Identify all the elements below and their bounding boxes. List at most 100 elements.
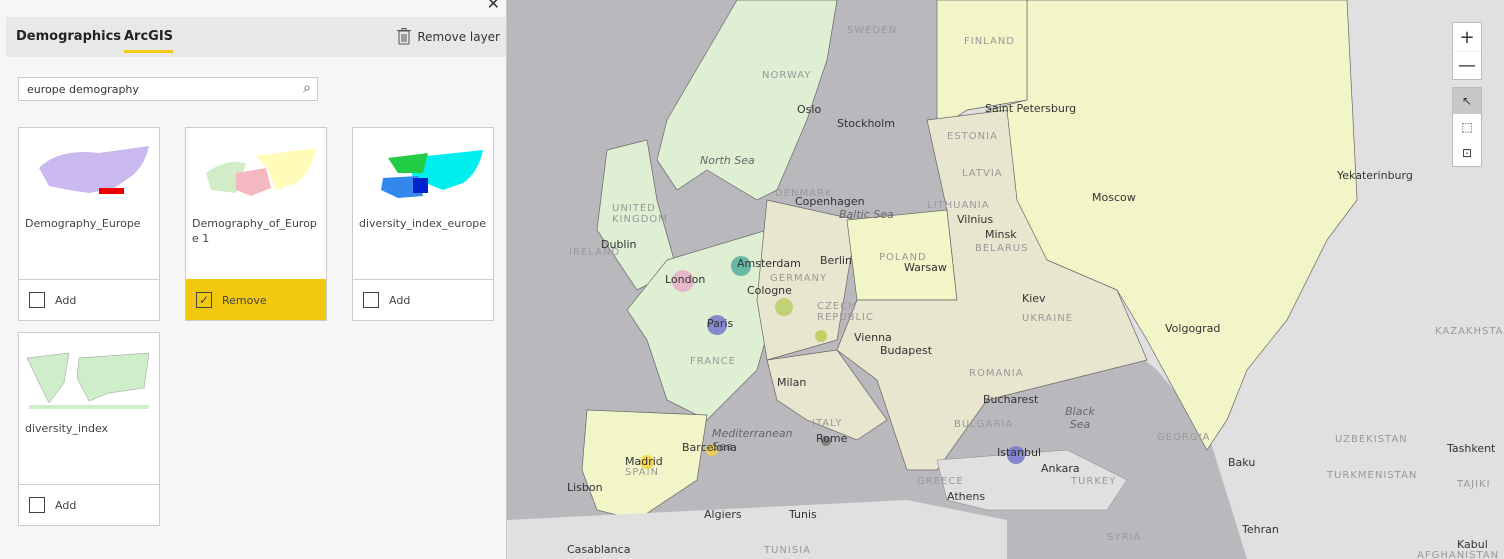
map-label: Algiers	[704, 508, 742, 521]
layer-thumbnail	[186, 128, 326, 208]
zoom-controls: + —	[1452, 22, 1482, 80]
checkbox[interactable]	[363, 292, 379, 308]
map-label: Rome	[816, 432, 848, 445]
layer-card: diversity_index_europe Add	[352, 127, 494, 321]
pointer-tool-icon[interactable]: ↖	[1453, 88, 1481, 114]
map-label: Dublin	[601, 238, 637, 251]
bubble-cologne	[775, 298, 793, 316]
action-label: Add	[55, 498, 77, 512]
map-label: Vilnius	[957, 213, 994, 226]
map-label: Stockholm	[837, 117, 895, 130]
tab-demographics[interactable]: Demographics	[16, 29, 121, 44]
map-label: FRANCE	[690, 356, 736, 367]
map-label: GREECE	[917, 476, 964, 487]
map-label: GEORGIA	[1157, 432, 1211, 443]
zoom-in-button[interactable]: +	[1453, 23, 1481, 51]
checkbox[interactable]	[29, 497, 45, 513]
map-label: SYRIA	[1107, 532, 1142, 543]
remove-layer-card-button[interactable]: ✓ Remove	[186, 279, 326, 320]
map-label: TUNISIA	[764, 545, 811, 556]
layer-card: diversity_index Add	[18, 332, 160, 526]
map-label: BELARUS	[975, 243, 1029, 254]
remove-layer-button[interactable]: Remove layer	[397, 28, 500, 45]
map-label: SPAIN	[625, 467, 660, 478]
map-label: Amsterdam	[737, 257, 801, 270]
add-layer-button[interactable]: Add	[353, 279, 493, 320]
map-label: Saint Petersburg	[985, 102, 1077, 115]
map-label: TAJIKI	[1457, 479, 1491, 490]
map-label: North Sea	[700, 154, 755, 167]
map-label: KAZAKHSTAN	[1435, 326, 1504, 337]
map-label: UNITED KINGDOM	[612, 203, 668, 225]
map-label: Ankara	[1041, 462, 1080, 475]
map-label: Warsaw	[904, 261, 947, 274]
map-label: Tehran	[1242, 523, 1279, 536]
add-layer-button[interactable]: Add	[19, 484, 159, 525]
map-label: Volgograd	[1165, 322, 1221, 335]
search-input[interactable]: europe demography ⌕	[18, 77, 318, 101]
close-icon[interactable]: ✕	[487, 0, 500, 13]
map-canvas[interactable]: SWEDEN FINLAND NORWAY Oslo Stockholm Sai…	[507, 0, 1504, 559]
search-icon[interactable]: ⌕	[303, 80, 311, 96]
map-label: Kiev	[1022, 292, 1046, 305]
map-label: Athens	[947, 490, 986, 503]
layer-card: Demography_Europe Add	[18, 127, 160, 321]
remove-layer-label: Remove layer	[417, 29, 500, 44]
map-label: LATVIA	[962, 168, 1003, 179]
trash-icon	[397, 28, 412, 45]
map-label: Milan	[777, 376, 807, 389]
map-label: Tunis	[789, 508, 817, 521]
zoom-out-button[interactable]: —	[1453, 51, 1481, 79]
map-label: FINLAND	[964, 36, 1016, 47]
map-label: GERMANY	[770, 273, 828, 284]
map-label: Bucharest	[983, 393, 1039, 406]
map-label: Istanbul	[997, 446, 1042, 459]
layer-title: diversity_index	[25, 422, 109, 435]
layer-panel: ✕ Demographics ArcGIS Remove layer europ…	[0, 0, 507, 559]
map-label: Vienna	[854, 331, 892, 344]
map-label: Cologne	[747, 284, 792, 297]
bubble-germany	[815, 330, 827, 342]
layer-title: Demography_of_Europe 1	[192, 217, 317, 245]
map-label: Moscow	[1092, 191, 1136, 204]
map-label: Barcelona	[682, 441, 737, 454]
layer-title: diversity_index_europe	[359, 217, 487, 230]
map-label: Paris	[707, 317, 734, 330]
map-label: Copenhagen	[795, 195, 865, 208]
map-label: London	[665, 273, 706, 286]
map-label: Oslo	[797, 103, 822, 116]
add-layer-button[interactable]: Add	[19, 279, 159, 320]
layer-title: Demography_Europe	[25, 217, 141, 230]
map-label: BULGARIA	[954, 419, 1014, 430]
map-label: ESTONIA	[947, 131, 998, 142]
tab-arcgis[interactable]: ArcGIS	[124, 29, 174, 53]
map-label: Budapest	[880, 344, 933, 357]
action-label: Remove	[222, 293, 267, 307]
search-value: europe demography	[27, 83, 139, 96]
map-label: AFGHANISTAN	[1417, 550, 1500, 559]
layer-thumbnail	[353, 128, 493, 208]
map-label: ITALY	[812, 418, 843, 429]
map-label: Minsk	[985, 228, 1017, 241]
map-label: Casablanca	[567, 543, 631, 556]
map-label: UKRAINE	[1022, 313, 1074, 324]
layer-thumbnail	[19, 128, 159, 208]
map-label: UZBEKISTAN	[1335, 434, 1408, 445]
map-label: Black Sea	[1065, 405, 1095, 431]
action-label: Add	[389, 293, 411, 307]
map-label: Yekaterinburg	[1337, 169, 1413, 182]
selection-tools: ↖ ⬚ ⊡	[1452, 87, 1482, 167]
layer-thumbnail	[19, 333, 159, 413]
checkbox-checked[interactable]: ✓	[196, 292, 212, 308]
map-label: LITHUANIA	[927, 200, 990, 211]
action-label: Add	[55, 293, 77, 307]
rectangle-select-icon[interactable]: ⬚	[1453, 114, 1481, 140]
map-label: Lisbon	[567, 481, 603, 494]
checkbox[interactable]	[29, 292, 45, 308]
map-label: ROMANIA	[969, 368, 1024, 379]
map-label: CZECH REPUBLIC	[817, 301, 874, 323]
map-label: TURKMENISTAN	[1327, 470, 1418, 481]
map-label: TURKEY	[1071, 476, 1117, 487]
lasso-select-icon[interactable]: ⊡	[1453, 140, 1481, 166]
map-label: Baltic Sea	[839, 208, 894, 221]
